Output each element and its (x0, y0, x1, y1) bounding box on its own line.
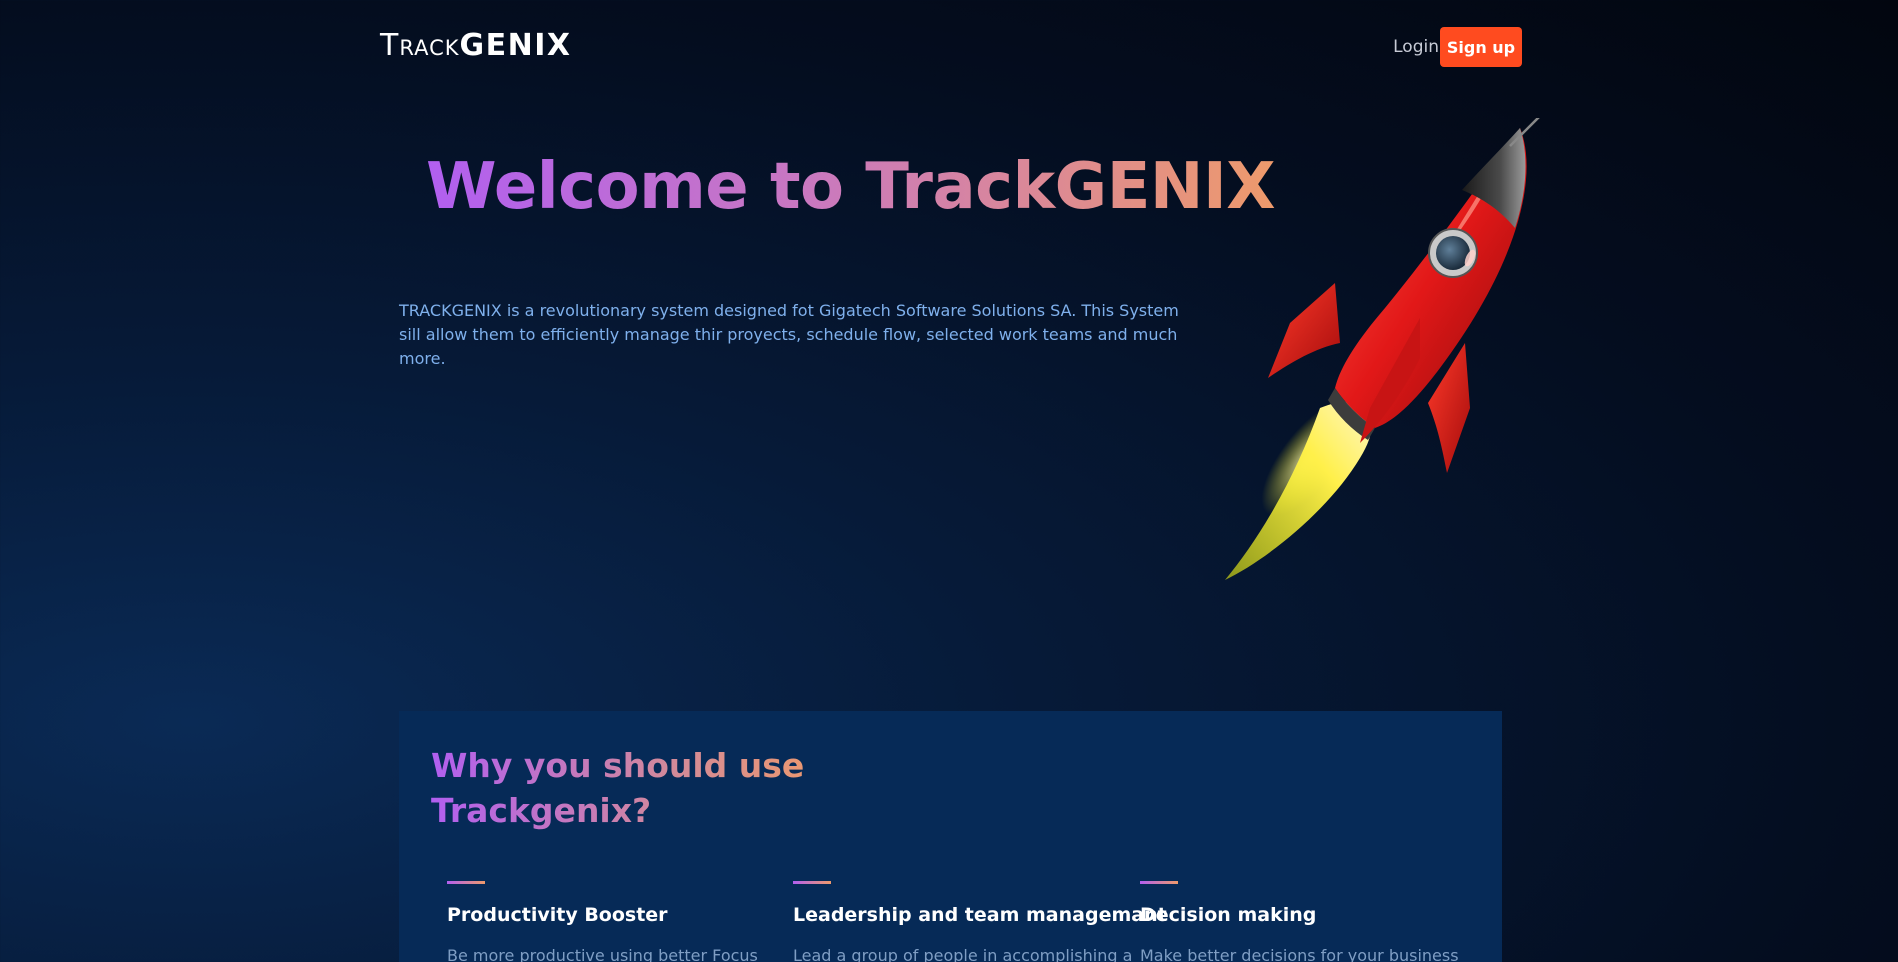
feature-leadership: Leadership and team managemant Lead a gr… (793, 881, 1167, 962)
feature-decision-making: Decision making Make better decisions fo… (1140, 881, 1460, 962)
logo-genix: GENIX (459, 28, 572, 63)
hero-description: TRACKGENIX is a revolutionary system des… (399, 301, 1179, 368)
login-link[interactable]: Login (1393, 37, 1439, 57)
rocket-illustration (1225, 118, 1540, 580)
logo-t: T (380, 28, 400, 63)
feature-productivity: Productivity Booster Be more productive … (447, 881, 767, 962)
feature-text: Make better decisions for your business (1140, 946, 1459, 962)
site-header: TRACKGENIX Login Sign up (380, 26, 1522, 68)
why-title: Why you should use Trackgenix? (431, 743, 831, 833)
feature-title: Leadership and team managemant (793, 904, 1167, 926)
logo-rack: RACK (399, 36, 460, 60)
feature-accent-bar (1140, 881, 1178, 884)
why-section: Why you should use Trackgenix? Productiv… (399, 711, 1502, 962)
feature-accent-bar (447, 881, 485, 884)
feature-accent-bar (793, 881, 831, 884)
feature-title: Productivity Booster (447, 904, 668, 926)
feature-title: Decision making (1140, 904, 1317, 926)
feature-text: Lead a group of people in accomplishing … (793, 946, 1133, 962)
feature-text: Be more productive using better Focus (447, 946, 758, 962)
signup-button[interactable]: Sign up (1440, 27, 1522, 67)
hero-title: Welcome to TrackGENIX (426, 150, 1276, 224)
trackgenix-logo[interactable]: TRACKGENIX (380, 28, 572, 63)
